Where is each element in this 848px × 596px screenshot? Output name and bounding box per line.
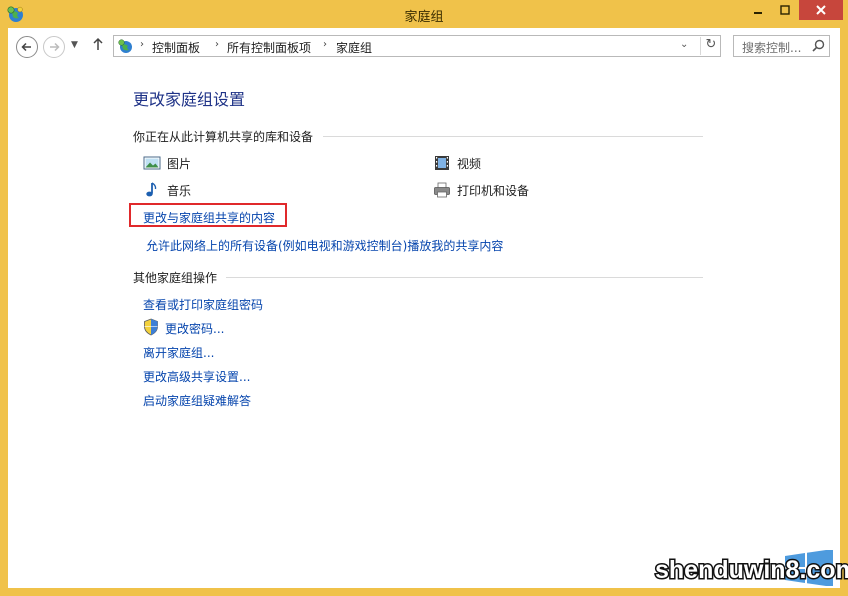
search-box[interactable]: 搜索控制...: [733, 35, 830, 57]
pictures-icon: [143, 156, 161, 170]
shared-item-label: 音乐: [167, 183, 192, 198]
music-icon: [146, 182, 157, 197]
shared-item-label: 图片: [167, 156, 192, 171]
up-arrow-icon[interactable]: [92, 37, 104, 55]
leave-homegroup-link[interactable]: 离开家庭组...: [143, 344, 214, 361]
minimize-icon: [754, 12, 762, 14]
shared-section-title: 你正在从此计算机共享的库和设备: [133, 130, 314, 144]
address-bar[interactable]: › 控制面板 › 所有控制面板项 › 家庭组 ⌄ ↻: [113, 35, 721, 57]
chevron-down-icon[interactable]: ⌄: [680, 39, 688, 50]
minimize-button[interactable]: [745, 0, 771, 20]
breadcrumb-control-panel[interactable]: 控制面板: [152, 39, 200, 56]
section-divider: [323, 136, 703, 137]
watermark-logo: shenduwin8.com: [654, 550, 848, 586]
arrow-right-icon: [50, 42, 60, 52]
up-icon: [93, 37, 103, 50]
shared-item-pictures: 图片: [143, 154, 191, 172]
advanced-sharing-link[interactable]: 更改高级共享设置...: [143, 368, 250, 385]
change-password-link[interactable]: 更改密码...: [165, 320, 224, 337]
shared-item-label: 视频: [457, 156, 482, 171]
window-title: 家庭组: [404, 10, 444, 25]
allow-devices-link[interactable]: 允许此网络上的所有设备(例如电视和游戏控制台)播放我的共享内容: [146, 237, 503, 254]
back-button[interactable]: [16, 36, 38, 58]
breadcrumb-all-items[interactable]: 所有控制面板项: [227, 39, 311, 56]
maximize-icon: [780, 5, 790, 15]
maximize-button[interactable]: [772, 0, 798, 20]
watermark-text: shenduwin8.com: [655, 556, 848, 584]
section-divider: [226, 277, 703, 278]
close-button[interactable]: [799, 0, 843, 20]
title-bar: 家庭组: [0, 0, 848, 28]
search-icon[interactable]: [812, 39, 825, 52]
arrow-left-icon: [21, 42, 31, 52]
close-icon: [816, 5, 826, 15]
shared-item-music: 音乐: [143, 181, 191, 199]
view-print-password-link[interactable]: 查看或打印家庭组密码: [143, 296, 263, 313]
search-input[interactable]: 搜索控制...: [742, 39, 801, 56]
change-shared-content-link[interactable]: 更改与家庭组共享的内容: [143, 209, 275, 226]
history-dropdown-icon[interactable]: ▼: [71, 40, 78, 50]
breadcrumb-separator-icon[interactable]: ›: [323, 39, 327, 50]
shared-item-label: 打印机和设备: [457, 183, 530, 198]
shield-icon: [144, 318, 158, 336]
troubleshoot-link[interactable]: 启动家庭组疑难解答: [143, 392, 251, 409]
printer-icon: [434, 182, 450, 198]
shared-item-printers: 打印机和设备: [433, 181, 529, 199]
forward-button[interactable]: [43, 36, 65, 58]
other-section-title: 其他家庭组操作: [133, 271, 218, 285]
video-icon: [435, 156, 449, 170]
shared-item-video: 视频: [433, 154, 481, 172]
breadcrumb-separator-icon[interactable]: ›: [140, 39, 144, 50]
navigation-bar: ▼ › 控制面板 › 所有控制面板项 › 家庭组 ⌄ ↻ 搜索控制...: [8, 28, 840, 64]
page-title: 更改家庭组设置: [133, 90, 246, 109]
refresh-icon[interactable]: ↻: [700, 37, 721, 55]
control-panel-icon: [118, 39, 132, 53]
window-client: ▼ › 控制面板 › 所有控制面板项 › 家庭组 ⌄ ↻ 搜索控制... 更改家…: [8, 28, 848, 588]
breadcrumb-separator-icon[interactable]: ›: [215, 39, 219, 50]
breadcrumb-homegroup[interactable]: 家庭组: [336, 39, 372, 56]
